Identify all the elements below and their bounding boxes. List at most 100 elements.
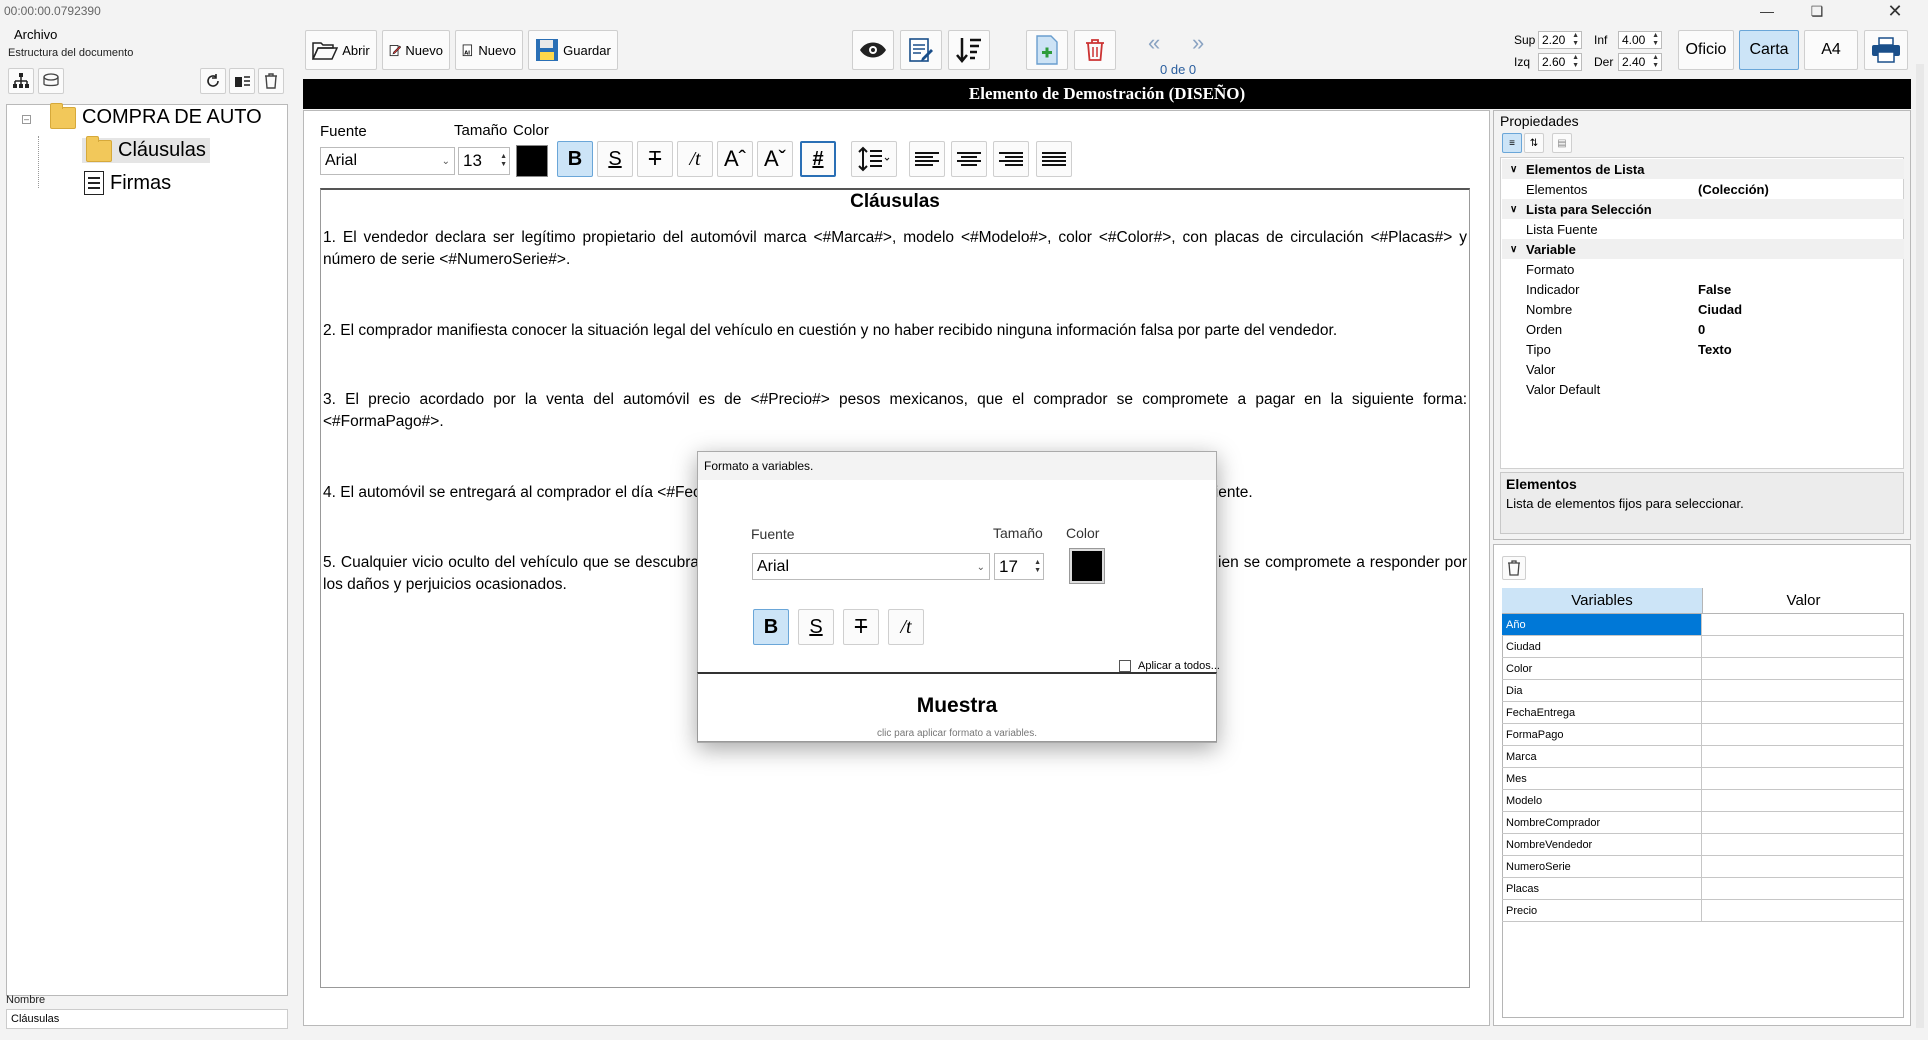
apply-all-checkbox[interactable] <box>1119 660 1131 672</box>
delete-variable-button[interactable] <box>1502 556 1526 580</box>
align-center-button[interactable] <box>951 141 987 177</box>
dialog-strikethrough-button[interactable]: T <box>843 609 879 645</box>
dialog-size-spinner[interactable]: 17 ▲ ▼ <box>994 553 1044 580</box>
nuevo-button[interactable]: Nuevo <box>382 30 450 70</box>
spin-arrows-icon[interactable]: ▲ ▼ <box>1572 54 1581 70</box>
property-row[interactable]: Elementos (Colección) <box>1502 179 1904 199</box>
property-row[interactable]: Tipo Texto <box>1502 339 1904 359</box>
delete-button[interactable] <box>258 68 284 94</box>
next-page-icon[interactable]: » <box>1192 30 1204 56</box>
page-size-carta[interactable]: Carta <box>1739 30 1799 70</box>
italic-button[interactable]: /t <box>677 141 713 177</box>
shrink-font-button[interactable]: Aˇ <box>757 141 793 177</box>
variable-name-cell[interactable]: NombreVendedor <box>1502 834 1702 855</box>
underline-button[interactable]: S <box>597 141 633 177</box>
spin-arrows-icon[interactable]: ▲ ▼ <box>1034 559 1043 575</box>
edit-doc-button[interactable] <box>900 30 942 70</box>
name-field[interactable]: Cláusulas <box>6 1009 288 1029</box>
der-spinner[interactable]: 2.40 ▲ ▼ <box>1618 53 1662 71</box>
variable-name-cell[interactable]: Placas <box>1502 878 1702 899</box>
variable-name-cell[interactable]: NombreComprador <box>1502 812 1702 833</box>
chevron-down-icon[interactable]: ∨ <box>1510 204 1517 215</box>
property-row[interactable]: Formato <box>1502 259 1904 279</box>
grow-font-button[interactable]: Aˆ <box>717 141 753 177</box>
page-size-a4[interactable]: A4 <box>1804 30 1858 70</box>
variable-format-button[interactable]: # <box>800 141 836 177</box>
tree-root[interactable]: COMPRA DE AUTO <box>50 102 262 129</box>
dialog-italic-button[interactable]: /t <box>888 609 924 645</box>
restore-icon[interactable]: ❏ <box>1794 0 1840 22</box>
variable-row[interactable]: Ciudad <box>1502 636 1903 658</box>
variable-row[interactable]: Precio <box>1502 900 1903 922</box>
preview-button[interactable] <box>852 30 894 70</box>
spin-arrows-icon[interactable]: ▲ ▼ <box>1652 54 1661 70</box>
variable-name-cell[interactable]: Modelo <box>1502 790 1702 811</box>
sort-button[interactable] <box>948 30 990 70</box>
property-category[interactable]: ∨ Lista para Selección <box>1502 199 1904 219</box>
variable-row[interactable]: NombreVendedor <box>1502 834 1903 856</box>
variable-row[interactable]: FechaEntrega <box>1502 702 1903 724</box>
variable-row[interactable]: Color <box>1502 658 1903 680</box>
collapse-icon[interactable]: – <box>22 115 31 124</box>
variable-name-cell[interactable]: Marca <box>1502 746 1702 767</box>
sup-spinner[interactable]: 2.20 ▲ ▼ <box>1538 31 1582 49</box>
dialog-underline-button[interactable]: S <box>798 609 834 645</box>
strikethrough-button[interactable]: T <box>637 141 673 177</box>
variable-row[interactable]: Placas <box>1502 878 1903 900</box>
variable-name-cell[interactable]: Precio <box>1502 900 1702 921</box>
chevron-down-icon[interactable]: ∨ <box>1510 244 1517 255</box>
print-button[interactable] <box>1864 30 1908 70</box>
property-row[interactable]: Valor <box>1502 359 1904 379</box>
property-row[interactable]: Nombre Ciudad <box>1502 299 1904 319</box>
refresh-button[interactable] <box>200 68 226 94</box>
property-category[interactable]: ∨ Elementos de Lista <box>1502 159 1904 179</box>
menu-archivo[interactable]: Archivo <box>14 27 57 42</box>
guardar-button[interactable]: Guardar <box>528 30 618 70</box>
property-value[interactable]: Ciudad <box>1698 302 1742 317</box>
variable-row[interactable]: NombreComprador <box>1502 812 1903 834</box>
variable-row[interactable]: Marca <box>1502 746 1903 768</box>
tree-structure-button[interactable] <box>8 68 34 94</box>
variable-row[interactable]: Modelo <box>1502 790 1903 812</box>
chevron-down-icon[interactable]: ∨ <box>1510 164 1517 175</box>
apply-all-label[interactable]: Aplicar a todos... <box>1138 660 1220 672</box>
izq-spinner[interactable]: 2.60 ▲ ▼ <box>1538 53 1582 71</box>
property-row[interactable]: Lista Fuente <box>1502 219 1904 239</box>
config-button[interactable] <box>38 68 64 94</box>
variable-row[interactable]: NumeroSerie <box>1502 856 1903 878</box>
spin-arrows-icon[interactable]: ▲ ▼ <box>1652 32 1661 48</box>
prev-page-icon[interactable]: « <box>1148 30 1160 56</box>
dialog-bold-button[interactable]: B <box>753 609 789 645</box>
col-valor-header[interactable]: Valor <box>1703 588 1904 614</box>
abrir-button[interactable]: Abrir <box>305 30 377 70</box>
minimize-icon[interactable]: — <box>1744 0 1790 22</box>
property-value[interactable]: 0 <box>1698 322 1705 337</box>
property-row[interactable]: Valor Default <box>1502 379 1904 399</box>
nuevo-ai-button[interactable]: AI Nuevo <box>455 30 523 70</box>
justify-button[interactable] <box>1036 141 1072 177</box>
variable-name-cell[interactable]: Color <box>1502 658 1702 679</box>
close-icon[interactable]: ✕ <box>1872 0 1918 22</box>
property-value[interactable]: False <box>1698 282 1731 297</box>
categorized-button[interactable]: ≡ <box>1502 133 1522 153</box>
property-value[interactable]: (Colección) <box>1698 182 1769 197</box>
col-variables-header[interactable]: Variables <box>1502 588 1703 614</box>
size-spinner[interactable]: 13 ▲ ▼ <box>458 147 510 175</box>
add-page-button[interactable] <box>1026 30 1068 70</box>
dialog-font-select[interactable]: Arial ⌄ <box>752 553 990 580</box>
align-right-button[interactable] <box>993 141 1029 177</box>
variable-name-cell[interactable]: Dia <box>1502 680 1702 701</box>
variable-name-cell[interactable]: Ciudad <box>1502 636 1702 657</box>
tree-item-clausulas[interactable]: Cláusulas <box>82 135 210 163</box>
alphabetical-button[interactable]: ⇅ <box>1524 133 1544 153</box>
variable-name-cell[interactable]: NumeroSerie <box>1502 856 1702 877</box>
spin-arrows-icon[interactable]: ▲ ▼ <box>500 153 509 169</box>
property-pages-button[interactable]: ▤ <box>1552 133 1572 153</box>
variable-name-cell[interactable]: Año <box>1502 614 1702 635</box>
color-swatch[interactable] <box>516 145 548 177</box>
variable-row[interactable]: FormaPago <box>1502 724 1903 746</box>
variable-name-cell[interactable]: FechaEntrega <box>1502 702 1702 723</box>
variable-row[interactable]: Mes <box>1502 768 1903 790</box>
font-select[interactable]: Arial ⌄ <box>320 147 455 175</box>
delete-list-button[interactable] <box>229 68 255 94</box>
